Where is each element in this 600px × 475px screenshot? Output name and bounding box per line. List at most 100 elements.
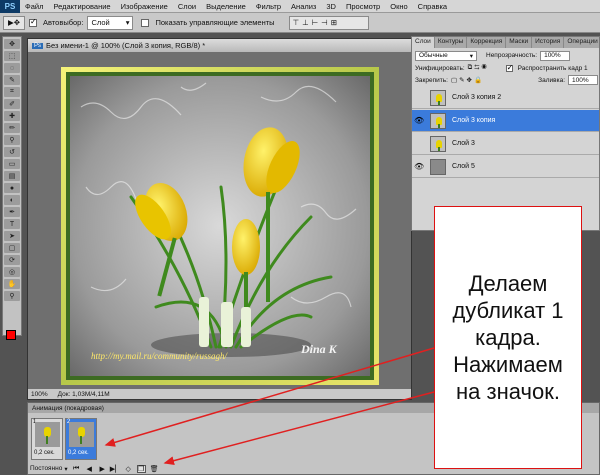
tools-panel: ✥ ⬚ ◌ ✎ ⌗ ✐ ✚ ✏ ⚲ ↺ ▭ ▤ ● ◐ ✒ T ➤ ▢ ⟳ ◎ … bbox=[2, 36, 22, 336]
layer-name: Слой 3 копия bbox=[452, 117, 496, 124]
layer-row[interactable]: Слой 3 bbox=[412, 133, 599, 155]
layer-thumbnail bbox=[430, 135, 446, 152]
move-tool-icon[interactable]: ✥ bbox=[4, 39, 20, 49]
marquee-tool-icon[interactable]: ⬚ bbox=[4, 51, 20, 61]
shape-tool-icon[interactable]: ▢ bbox=[4, 243, 20, 253]
eyedropper-tool-icon[interactable]: ✐ bbox=[4, 99, 20, 109]
3d-orbit-tool-icon[interactable]: ◎ bbox=[4, 267, 20, 277]
tab-history[interactable]: История bbox=[532, 37, 565, 48]
eye-icon[interactable]: 👁 bbox=[414, 116, 424, 125]
menu-file[interactable]: Файл bbox=[20, 2, 48, 11]
pen-tool-icon[interactable]: ✒ bbox=[4, 207, 20, 217]
quick-select-tool-icon[interactable]: ✎ bbox=[4, 75, 20, 85]
crop-tool-icon[interactable]: ⌗ bbox=[4, 87, 20, 97]
blur-tool-icon[interactable]: ● bbox=[4, 183, 20, 193]
menu-filter[interactable]: Фильтр bbox=[251, 2, 286, 11]
layer-name: Слой 5 bbox=[452, 163, 475, 170]
animation-frame-selected[interactable]: 2 0,2 сек. bbox=[65, 418, 97, 460]
loop-dropdown[interactable]: Постоянно ▾ bbox=[30, 465, 68, 473]
menu-window[interactable]: Окно bbox=[385, 2, 412, 11]
eraser-tool-icon[interactable]: ▭ bbox=[4, 159, 20, 169]
unify-label: Унифицировать: bbox=[415, 64, 465, 72]
unify-icons[interactable]: ⧉⇆◉ bbox=[468, 64, 489, 72]
opacity-value: 100% bbox=[544, 52, 561, 59]
auto-select-checkbox[interactable] bbox=[29, 17, 37, 27]
menu-layers[interactable]: Слои bbox=[173, 2, 201, 11]
foreground-color-swatch[interactable] bbox=[6, 330, 16, 340]
propagate-frame-checkbox[interactable] bbox=[505, 63, 513, 72]
duplicate-frame-icon[interactable]: ❐ bbox=[136, 465, 146, 473]
layers-panel: Слои Контуры Коррекция Маски История Опе… bbox=[411, 36, 600, 231]
blend-mode-dropdown[interactable]: Обычные ▾ bbox=[415, 50, 477, 61]
layer-name: Слой 3 копия 2 bbox=[452, 94, 502, 101]
menu-analysis[interactable]: Анализ bbox=[286, 2, 321, 11]
type-tool-icon[interactable]: T bbox=[4, 219, 20, 229]
unify-row: Унифицировать: ⧉⇆◉ Распространить кадр 1 bbox=[415, 63, 598, 73]
eye-icon[interactable]: 👁 bbox=[414, 162, 424, 171]
brush-tool-icon[interactable]: ✏ bbox=[4, 123, 20, 133]
menu-select[interactable]: Выделение bbox=[201, 2, 251, 11]
tutorial-callout: Делаем дубликат 1 кадра. Нажимаем на зна… bbox=[434, 206, 582, 469]
menu-image[interactable]: Изображение bbox=[116, 2, 173, 11]
healing-tool-icon[interactable]: ✚ bbox=[4, 111, 20, 121]
frame-delay[interactable]: 0,2 сек. bbox=[68, 450, 89, 456]
tab-masks[interactable]: Маски bbox=[506, 37, 533, 48]
document-tab[interactable]: Ps Без имени-1 @ 100% (Слой 3 копия, RGB… bbox=[28, 39, 411, 52]
menu-view[interactable]: Просмотр bbox=[341, 2, 385, 11]
zoom-level[interactable]: 100% bbox=[31, 391, 48, 398]
menu-edit[interactable]: Редактирование bbox=[48, 2, 115, 11]
lasso-tool-icon[interactable]: ◌ bbox=[4, 63, 20, 73]
blend-row: Обычные ▾ Непрозрачность: 100% bbox=[415, 50, 598, 61]
layer-thumbnail bbox=[430, 158, 446, 175]
animation-controls: Постоянно ▾ ⏮ ◀ ▶ ▶▏ ◇ ❐ 🗑 bbox=[30, 464, 230, 474]
layer-row[interactable]: Слой 3 копия 2 bbox=[412, 87, 599, 109]
frame-delay[interactable]: 0,2 сек. bbox=[34, 450, 55, 456]
tab-layers[interactable]: Слои bbox=[412, 37, 435, 48]
loop-value: Постоянно bbox=[30, 465, 63, 472]
menu-help[interactable]: Справка bbox=[413, 2, 452, 11]
stamp-tool-icon[interactable]: ⚲ bbox=[4, 135, 20, 145]
fill-label: Заливка: bbox=[538, 76, 565, 84]
delete-frame-icon[interactable]: 🗑 bbox=[150, 465, 159, 473]
frame-thumbnail bbox=[35, 422, 60, 447]
align-buttons[interactable]: ⊤⊥⊢⊣⊞ bbox=[288, 15, 369, 30]
tab-paths[interactable]: Контуры bbox=[435, 37, 468, 48]
tab-adjustments[interactable]: Коррекция bbox=[467, 37, 507, 48]
history-brush-tool-icon[interactable]: ↺ bbox=[4, 147, 20, 157]
layer-row-selected[interactable]: 👁 Слой 3 копия bbox=[412, 110, 599, 132]
play-icon[interactable]: ▶ bbox=[98, 465, 107, 473]
3d-rotate-tool-icon[interactable]: ⟳ bbox=[4, 255, 20, 265]
previous-frame-icon[interactable]: ◀ bbox=[85, 465, 94, 473]
path-select-tool-icon[interactable]: ➤ bbox=[4, 231, 20, 241]
menu-3d[interactable]: 3D bbox=[321, 2, 341, 11]
callout-text: Делаем дубликат 1 кадра. Нажимаем на зна… bbox=[452, 271, 564, 404]
options-bar: ▶✥ Автовыбор: Слой ▾ Показать управляющи… bbox=[0, 13, 600, 33]
document-canvas[interactable]: http://my.mail.ru/community/russagh/ Din… bbox=[61, 67, 379, 385]
auto-select-value: Слой bbox=[91, 18, 110, 27]
fill-value: 100% bbox=[572, 76, 589, 84]
move-tool-preset[interactable]: ▶✥ bbox=[3, 15, 25, 30]
gradient-tool-icon[interactable]: ▤ bbox=[4, 171, 20, 181]
watermark-url: http://my.mail.ru/community/russagh/ bbox=[91, 351, 228, 361]
hand-tool-icon[interactable]: ✋ bbox=[4, 279, 20, 289]
tween-icon[interactable]: ◇ bbox=[124, 465, 133, 473]
show-controls-checkbox[interactable] bbox=[141, 18, 150, 27]
dodge-tool-icon[interactable]: ◐ bbox=[4, 195, 20, 205]
first-frame-icon[interactable]: ⏮ bbox=[72, 465, 81, 473]
animation-frame[interactable]: 1 0,2 сек. bbox=[31, 418, 63, 460]
signature: Dina K bbox=[300, 342, 338, 356]
menu-bar: PS Файл Редактирование Изображение Слои … bbox=[0, 0, 600, 13]
doc-size-info[interactable]: Док: 1,03M/4,11M bbox=[58, 391, 110, 398]
auto-select-label: Автовыбор: bbox=[43, 18, 84, 27]
layer-row[interactable]: 👁 Слой 5 bbox=[412, 156, 599, 178]
opacity-field[interactable]: 100% bbox=[540, 50, 571, 61]
layer-name: Слой 3 bbox=[452, 140, 475, 147]
lock-icons[interactable]: ▢✎✥🔒 bbox=[451, 76, 484, 84]
document-window: Ps Без имени-1 @ 100% (Слой 3 копия, RGB… bbox=[27, 38, 412, 400]
next-frame-icon[interactable]: ▶▏ bbox=[110, 465, 121, 473]
fill-field[interactable]: 100% bbox=[568, 75, 598, 85]
tab-actions[interactable]: Операции bbox=[564, 37, 600, 48]
zoom-tool-icon[interactable]: ⚲ bbox=[4, 291, 20, 301]
auto-select-dropdown[interactable]: Слой ▾ bbox=[87, 15, 134, 30]
animation-title: Анимация (покадровая) bbox=[32, 404, 104, 412]
